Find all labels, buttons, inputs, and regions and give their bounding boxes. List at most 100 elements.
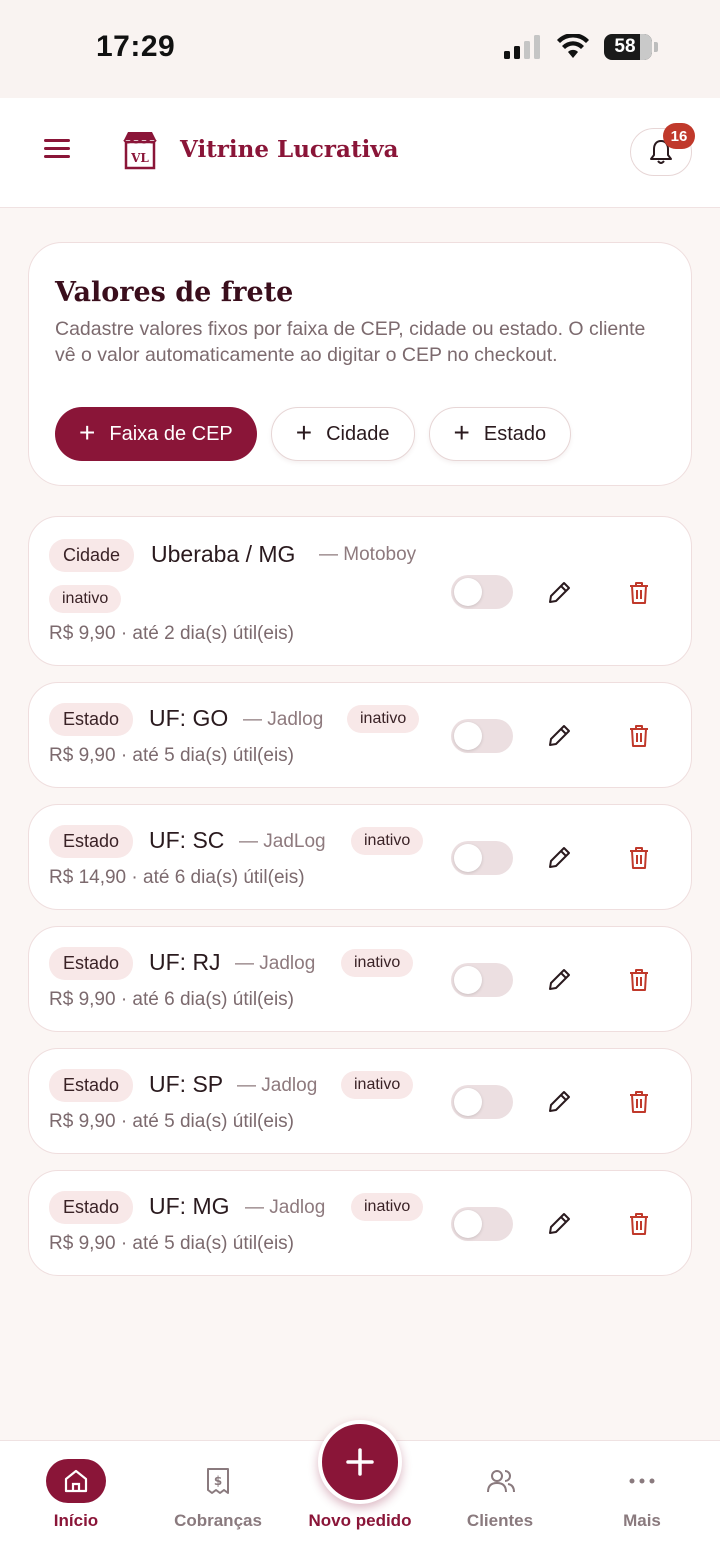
rule-price-line: R$ 14,90 · até 6 dia(s) útil(eis) xyxy=(49,867,305,889)
shipping-rule-card: Estado UF: SC — JadLog inativo R$ 14,90 … xyxy=(28,804,692,910)
pencil-icon xyxy=(549,1091,570,1112)
battery-tip xyxy=(654,42,658,52)
edit-button[interactable] xyxy=(541,1084,577,1120)
rule-active-toggle[interactable] xyxy=(451,841,513,875)
users-icon xyxy=(487,1470,515,1493)
plus-icon xyxy=(346,1448,374,1476)
rule-carrier: — Jadlog xyxy=(243,709,324,730)
status-time: 17:29 xyxy=(96,30,176,63)
svg-text:$: $ xyxy=(214,1474,222,1488)
rule-status-chip: inativo xyxy=(341,949,414,977)
rule-carrier: — Jadlog xyxy=(245,1197,326,1218)
rule-carrier: — Motoboy xyxy=(319,544,417,565)
rule-active-toggle[interactable] xyxy=(451,1085,513,1119)
nav-label-clients: Clientes xyxy=(466,1511,534,1530)
trash-icon xyxy=(630,582,648,604)
page-title: Valores de frete xyxy=(55,277,294,308)
add-cep-range-label: Faixa de CEP xyxy=(109,422,233,445)
status-bar: 17:29 58 xyxy=(0,0,720,98)
nav-item-clients[interactable]: Clientes xyxy=(430,1441,570,1562)
battery-level: 58 xyxy=(614,36,636,57)
rule-deadline: · até 5 dia(s) útil(eis) xyxy=(120,1111,294,1132)
rule-active-toggle[interactable] xyxy=(451,1207,513,1241)
edit-button[interactable] xyxy=(541,575,577,611)
add-state-button[interactable]: + Estado xyxy=(428,407,572,461)
delete-button[interactable] xyxy=(621,1206,657,1242)
rule-name: UF: MG xyxy=(149,1193,230,1219)
pencil-icon xyxy=(549,1213,570,1234)
rule-active-toggle[interactable] xyxy=(451,963,513,997)
rule-name: Uberaba / MG xyxy=(151,541,296,567)
store-logo-icon: VL xyxy=(123,132,157,170)
add-city-label: Cidade xyxy=(326,422,390,445)
new-order-fab[interactable] xyxy=(318,1420,402,1504)
rule-status-chip: inativo xyxy=(347,705,420,733)
rule-name: UF: SP xyxy=(149,1071,224,1097)
pencil-icon xyxy=(549,969,570,990)
nav-label-charges: Cobranças xyxy=(174,1511,262,1530)
rule-price: R$ 9,90 xyxy=(49,1111,116,1132)
rule-deadline: · até 6 dia(s) útil(eis) xyxy=(131,867,305,888)
nav-label-home: Início xyxy=(53,1511,99,1530)
battery-icon: 58 xyxy=(604,34,652,60)
delete-button[interactable] xyxy=(621,840,657,876)
shipping-rule-card: Estado UF: SP — Jadlog inativo R$ 9,90 ·… xyxy=(28,1048,692,1154)
more-dots-icon xyxy=(629,1478,655,1484)
edit-button[interactable] xyxy=(541,962,577,998)
delete-button[interactable] xyxy=(621,1084,657,1120)
edit-button[interactable] xyxy=(541,1206,577,1242)
rule-price-line: R$ 9,90 · até 6 dia(s) útil(eis) xyxy=(49,989,294,1011)
plus-icon: + xyxy=(295,416,313,448)
nav-item-more[interactable]: Mais xyxy=(572,1441,712,1562)
status-icons: 58 xyxy=(504,34,658,60)
delete-button[interactable] xyxy=(621,962,657,998)
shipping-rule-card: Estado UF: RJ — Jadlog inativo R$ 9,90 ·… xyxy=(28,926,692,1032)
rule-deadline: · até 5 dia(s) útil(eis) xyxy=(120,745,294,766)
nav-label-more: Mais xyxy=(623,1511,661,1530)
rule-price-line: R$ 9,90 · até 5 dia(s) útil(eis) xyxy=(49,745,294,767)
rule-price-line: R$ 9,90 · até 2 dia(s) útil(eis) xyxy=(49,623,294,645)
rule-type-chip: Estado xyxy=(49,1191,134,1224)
add-city-button[interactable]: + Cidade xyxy=(270,407,415,461)
delete-button[interactable] xyxy=(621,718,657,754)
page-description: Cadastre valores fixos por faixa de CEP,… xyxy=(55,318,646,366)
rule-type-chip: Cidade xyxy=(49,539,135,572)
rule-status-chip: inativo xyxy=(49,585,122,613)
shipping-rule-card: Estado UF: GO — Jadlog inativo R$ 9,90 ·… xyxy=(28,682,692,788)
rule-deadline: · até 6 dia(s) útil(eis) xyxy=(120,989,294,1010)
rule-price: R$ 9,90 xyxy=(49,1233,116,1254)
brand-name: Vitrine Lucrativa xyxy=(180,136,399,163)
plus-icon: + xyxy=(79,416,96,448)
shipping-rule-card: Cidade Uberaba / MG — Motoboy inativo R$… xyxy=(28,516,692,666)
rule-active-toggle[interactable] xyxy=(451,719,513,753)
rule-active-toggle[interactable] xyxy=(451,575,513,609)
edit-button[interactable] xyxy=(541,718,577,754)
rule-type-chip: Estado xyxy=(49,1069,134,1102)
pencil-icon xyxy=(549,725,570,746)
rule-type-chip: Estado xyxy=(49,703,134,736)
receipt-dollar-icon: $ xyxy=(207,1468,229,1494)
trash-icon xyxy=(630,1091,648,1113)
svg-text:VL: VL xyxy=(130,151,149,165)
nav-item-charges[interactable]: $ Cobranças xyxy=(148,1441,288,1562)
nav-label-new-order: Novo pedido xyxy=(308,1511,412,1530)
hamburger-menu-button[interactable] xyxy=(44,134,78,168)
notifications-button[interactable]: 16 xyxy=(630,123,695,176)
edit-button[interactable] xyxy=(541,840,577,876)
add-state-label: Estado xyxy=(483,422,547,445)
rule-price-line: R$ 9,90 · até 5 dia(s) útil(eis) xyxy=(49,1111,294,1133)
pencil-icon xyxy=(549,582,570,603)
nav-item-home[interactable]: Início xyxy=(6,1441,146,1562)
signal-icon xyxy=(504,35,540,59)
trash-icon xyxy=(630,1213,648,1235)
nav-active-indicator xyxy=(46,1459,106,1503)
app-header: VL Vitrine Lucrativa 16 xyxy=(0,98,720,208)
add-cep-range-button[interactable]: + Faixa de CEP xyxy=(55,407,257,461)
delete-button[interactable] xyxy=(621,575,657,611)
add-rule-actions: + Faixa de CEP + Cidade + Estado xyxy=(55,407,572,461)
rule-carrier: — JadLog xyxy=(239,831,326,852)
rule-carrier: — Jadlog xyxy=(235,953,316,974)
rule-type-chip: Estado xyxy=(49,825,134,858)
rule-status-chip: inativo xyxy=(351,1193,424,1221)
rule-price-line: R$ 9,90 · até 5 dia(s) útil(eis) xyxy=(49,1233,294,1255)
